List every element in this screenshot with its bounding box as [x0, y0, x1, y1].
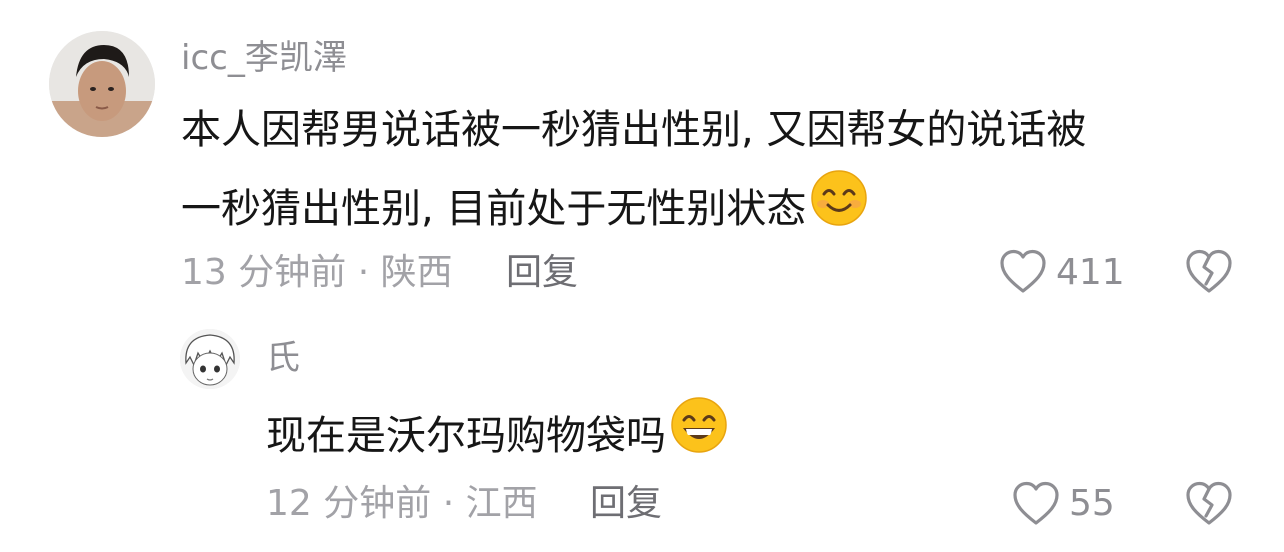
like-count: 411 — [1056, 252, 1125, 293]
broken-heart-icon[interactable] — [1184, 480, 1234, 532]
broken-heart-icon[interactable] — [1184, 248, 1234, 300]
smiling-face-emoji-icon — [810, 169, 868, 245]
avatar[interactable] — [49, 31, 155, 137]
comment-text-line-2: 一秒猜出性别, 目前处于无性别状态 — [181, 170, 868, 249]
reply-text: 现在是沃尔玛购物袋吗 — [266, 397, 728, 476]
heart-outline-icon[interactable] — [998, 248, 1048, 300]
reply-button[interactable]: 回复 — [506, 253, 578, 293]
reply-meta: 12 分钟前 · 江西 — [266, 483, 538, 524]
comment-meta: 13 分钟前 · 陕西 — [181, 252, 453, 293]
comment-text-line-2-content: 一秒猜出性别, 目前处于无性别状态 — [181, 186, 807, 232]
grinning-face-emoji-icon — [670, 396, 728, 472]
heart-outline-icon[interactable] — [1011, 480, 1061, 532]
reply-button[interactable]: 回复 — [590, 484, 662, 524]
avatar[interactable] — [180, 329, 240, 389]
like-count: 55 — [1069, 483, 1115, 524]
reply-text-content: 现在是沃尔玛购物袋吗 — [266, 413, 666, 459]
comment-text-line-1: 本人因帮男说话被一秒猜出性别, 又因帮女的说话被 — [181, 107, 1087, 153]
username[interactable]: 氏 — [266, 338, 300, 378]
username[interactable]: icc_李凯澤 — [181, 38, 347, 78]
